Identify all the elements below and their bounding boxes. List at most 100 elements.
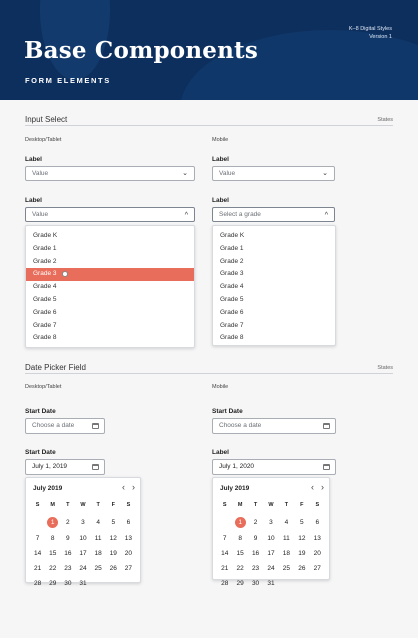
calendar-day[interactable]: 21	[30, 561, 45, 576]
calendar-day[interactable]: 22	[45, 561, 60, 576]
dropdown-option[interactable]: Grade 1	[213, 243, 335, 256]
calendar-day[interactable]: 13	[310, 531, 325, 546]
calendar-day[interactable]: 4	[91, 515, 106, 530]
calendar-day[interactable]: 21	[217, 561, 232, 576]
dropdown-option[interactable]: Grade K	[213, 230, 335, 243]
calendar-icon[interactable]	[323, 423, 330, 429]
dropdown-option[interactable]: Grade 2	[26, 256, 194, 269]
calendar-day[interactable]: 10	[75, 531, 90, 546]
calendar-day[interactable]: 8	[45, 531, 60, 546]
calendar-day[interactable]: 9	[248, 531, 263, 546]
date-input-mobile[interactable]: Choose a date	[212, 418, 336, 434]
calendar-day[interactable]: 6	[121, 515, 136, 530]
calendar-day[interactable]: 31	[75, 576, 90, 591]
calendar-day[interactable]: 13	[121, 531, 136, 546]
calendar-day-selected[interactable]: 1	[232, 515, 247, 530]
dropdown-option[interactable]: Grade 1	[26, 243, 194, 256]
calendar-day[interactable]: 27	[121, 561, 136, 576]
calendar-day[interactable]: 31	[263, 576, 278, 591]
chevron-right-icon[interactable]: ›	[321, 482, 324, 492]
calendar-day[interactable]: 15	[45, 546, 60, 561]
calendar-icon[interactable]	[323, 464, 330, 470]
calendar-day[interactable]: 12	[106, 531, 121, 546]
calendar-day[interactable]: 11	[279, 531, 294, 546]
calendar-day[interactable]: 18	[279, 546, 294, 561]
calendar-day[interactable]: 2	[248, 515, 263, 530]
calendar-day[interactable]: 12	[294, 531, 309, 546]
calendar-day[interactable]: 8	[232, 531, 247, 546]
chevron-right-icon[interactable]: ›	[132, 482, 135, 492]
calendar-day[interactable]: 20	[121, 546, 136, 561]
calendar-day[interactable]: 18	[91, 546, 106, 561]
dropdown-option[interactable]: Grade 7	[213, 320, 335, 333]
calendar-day[interactable]: 4	[279, 515, 294, 530]
calendar-day[interactable]: 30	[248, 576, 263, 591]
calendar-day[interactable]: 23	[248, 561, 263, 576]
calendar-day[interactable]: 23	[60, 561, 75, 576]
dropdown-option[interactable]: Grade 8	[26, 332, 194, 345]
dropdown-option[interactable]: Grade 3	[213, 268, 335, 281]
dropdown-option[interactable]: Grade 6	[213, 307, 335, 320]
calendar-icon[interactable]	[92, 423, 99, 429]
date-input-desktop[interactable]: Choose a date	[25, 418, 105, 434]
calendar-day[interactable]: 25	[91, 561, 106, 576]
dropdown-option-selected[interactable]: Grade 3	[26, 268, 194, 282]
calendar-day[interactable]: 28	[217, 576, 232, 591]
calendar-day[interactable]: 17	[75, 546, 90, 561]
dropdown-option[interactable]: Grade 5	[26, 294, 194, 307]
dropdown-option[interactable]: Grade 7	[26, 320, 194, 333]
calendar-day-selected[interactable]: 1	[45, 515, 60, 530]
calendar-day[interactable]: 19	[294, 546, 309, 561]
calendar-day[interactable]: 19	[106, 546, 121, 561]
header-meta: K–8 Digital Styles Version 1	[349, 25, 392, 41]
calendar-icon[interactable]	[92, 464, 99, 470]
grade-select-desktop-open[interactable]: Value ^	[25, 207, 195, 222]
dropdown-option[interactable]: Grade 2	[213, 256, 335, 269]
calendar-day[interactable]: 16	[60, 546, 75, 561]
day-number: 13	[124, 534, 133, 542]
calendar-day[interactable]: 7	[217, 531, 232, 546]
weekday-header: S	[35, 502, 40, 508]
calendar-day[interactable]: 27	[310, 561, 325, 576]
date-input-mobile-open[interactable]: July 1, 2020	[212, 459, 336, 475]
date-input-desktop-open[interactable]: July 1, 2019	[25, 459, 105, 475]
calendar-day[interactable]: 30	[60, 576, 75, 591]
calendar-day[interactable]: 24	[263, 561, 278, 576]
calendar-day[interactable]: 14	[30, 546, 45, 561]
calendar-day[interactable]: 9	[60, 531, 75, 546]
grade-select-desktop[interactable]: Value ⌄	[25, 166, 195, 181]
calendar-day[interactable]: 15	[232, 546, 247, 561]
calendar-day[interactable]: 20	[310, 546, 325, 561]
dropdown-option[interactable]: Grade 6	[26, 307, 194, 320]
calendar-day[interactable]: 3	[263, 515, 278, 530]
calendar-day[interactable]: 3	[75, 515, 90, 530]
calendar-day[interactable]: 26	[106, 561, 121, 576]
calendar-day[interactable]: 28	[30, 576, 45, 591]
dropdown-option[interactable]: Grade 5	[213, 294, 335, 307]
chevron-left-icon[interactable]: ‹	[122, 482, 125, 492]
dropdown-option[interactable]: Grade 8	[213, 332, 335, 345]
day-number: 4	[96, 519, 100, 527]
calendar-day[interactable]: 2	[60, 515, 75, 530]
calendar-day[interactable]: 16	[248, 546, 263, 561]
grade-select-mobile-open[interactable]: Select a grade ^	[212, 207, 335, 222]
calendar-day[interactable]: 10	[263, 531, 278, 546]
calendar-day[interactable]: 5	[294, 515, 309, 530]
dropdown-option[interactable]: Grade 4	[213, 281, 335, 294]
calendar-day[interactable]: 5	[106, 515, 121, 530]
calendar-day[interactable]: 29	[45, 576, 60, 591]
calendar-day[interactable]: 17	[263, 546, 278, 561]
dropdown-option[interactable]: Grade 4	[26, 281, 194, 294]
calendar-day[interactable]: 26	[294, 561, 309, 576]
calendar-day[interactable]: 22	[232, 561, 247, 576]
calendar-day[interactable]: 14	[217, 546, 232, 561]
calendar-day[interactable]: 6	[310, 515, 325, 530]
calendar-day[interactable]: 29	[232, 576, 247, 591]
calendar-day[interactable]: 24	[75, 561, 90, 576]
dropdown-option[interactable]: Grade K	[26, 230, 194, 243]
calendar-day[interactable]: 11	[91, 531, 106, 546]
grade-select-mobile[interactable]: Value ⌄	[212, 166, 335, 181]
chevron-left-icon[interactable]: ‹	[311, 482, 314, 492]
calendar-day[interactable]: 25	[279, 561, 294, 576]
calendar-day[interactable]: 7	[30, 531, 45, 546]
